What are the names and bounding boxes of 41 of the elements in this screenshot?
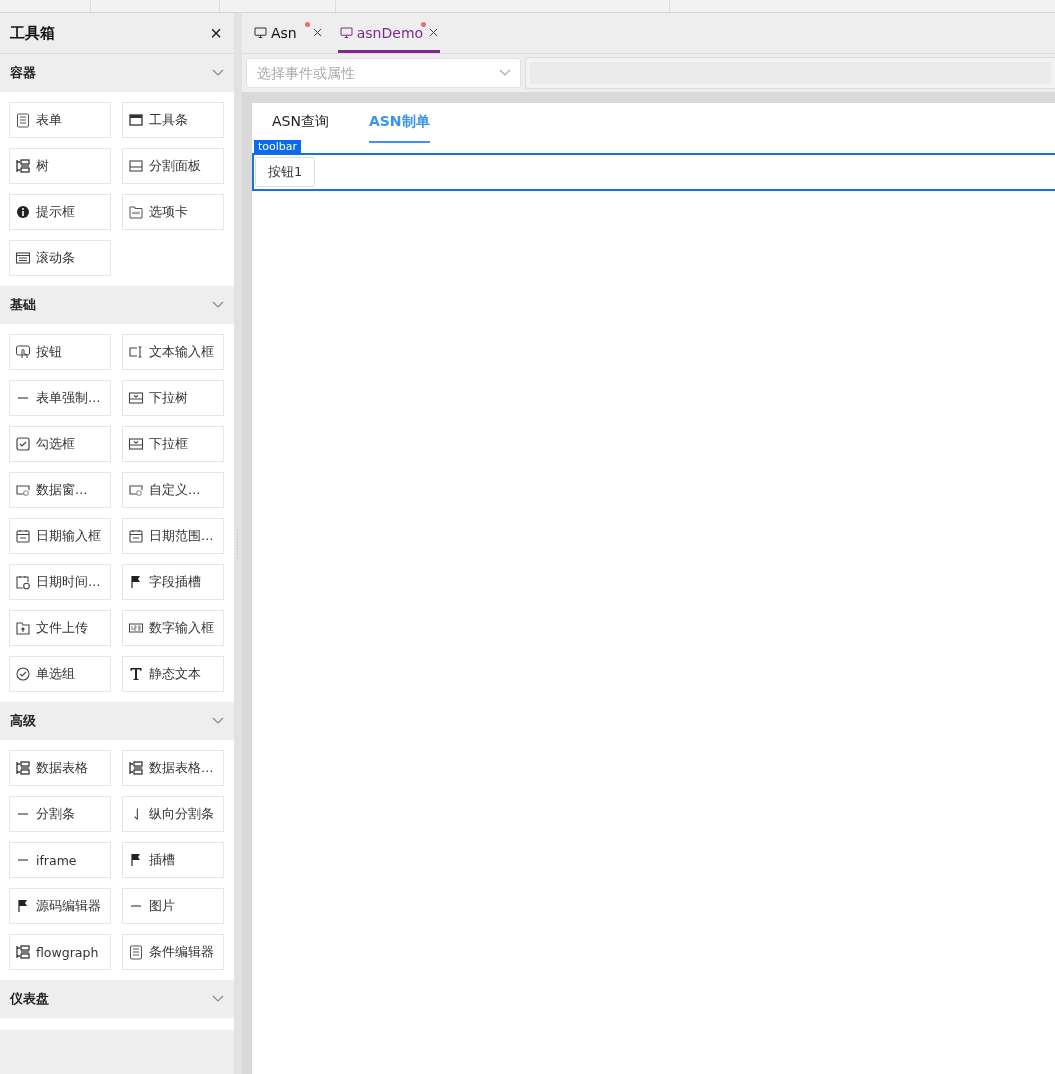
component-item[interactable]: 滚动条 xyxy=(9,240,111,276)
component-item[interactable]: 树 xyxy=(9,148,111,184)
component-item[interactable]: 自定义… xyxy=(122,472,224,508)
page-tab[interactable]: ASN查询 xyxy=(272,113,329,143)
component-item[interactable]: 数据表格 xyxy=(9,750,111,786)
component-item[interactable]: 日期范围… xyxy=(122,518,224,554)
component-item[interactable]: 勾选框 xyxy=(9,426,111,462)
component-item[interactable]: 图片 xyxy=(122,888,224,924)
event-select[interactable]: 选择事件或属性 xyxy=(246,58,521,88)
component-item[interactable]: 按钮 xyxy=(9,334,111,370)
component-item[interactable]: 条件编辑器 xyxy=(122,934,224,970)
close-button[interactable]: × xyxy=(208,23,224,43)
component-item[interactable]: 文本输入框 xyxy=(122,334,224,370)
component-item[interactable]: 文件上传 xyxy=(9,610,111,646)
component-item[interactable]: 日期时间… xyxy=(9,564,111,600)
component-item[interactable]: 数字输入框 xyxy=(122,610,224,646)
component-item[interactable]: 表单 xyxy=(9,102,111,138)
component-item[interactable]: 静态文本 xyxy=(122,656,224,692)
component-item[interactable]: 表单强制… xyxy=(9,380,111,416)
toolbar-button[interactable]: 按钮1 xyxy=(255,157,316,187)
component-item[interactable]: 下拉框 xyxy=(122,426,224,462)
component-item[interactable]: 下拉树 xyxy=(122,380,224,416)
component-item[interactable]: 单选组 xyxy=(9,656,111,692)
component-item[interactable]: 数据窗… xyxy=(9,472,111,508)
component-item[interactable]: flowgraph xyxy=(9,934,111,970)
component-item[interactable]: 字段插槽 xyxy=(122,564,224,600)
component-item[interactable]: iframe xyxy=(9,842,111,878)
document-tab[interactable]: Asn xyxy=(252,15,324,53)
component-item[interactable]: 分割面板 xyxy=(122,148,224,184)
toolbox-title: 工具箱 xyxy=(10,23,55,43)
toolbar-badge: toolbar xyxy=(254,140,302,154)
component-item[interactable]: 工具条 xyxy=(122,102,224,138)
document-tab[interactable]: asnDemo xyxy=(337,15,441,53)
component-item[interactable]: 日期输入框 xyxy=(9,518,111,554)
component-item[interactable]: 提示框 xyxy=(9,194,111,230)
component-item[interactable]: 纵向分割条 xyxy=(122,796,224,832)
component-item[interactable]: 数据表格… xyxy=(122,750,224,786)
component-item[interactable]: 源码编辑器 xyxy=(9,888,111,924)
component-item[interactable]: 插槽 xyxy=(122,842,224,878)
component-item[interactable]: 选项卡 xyxy=(122,194,224,230)
component-item[interactable]: 分割条 xyxy=(9,796,111,832)
